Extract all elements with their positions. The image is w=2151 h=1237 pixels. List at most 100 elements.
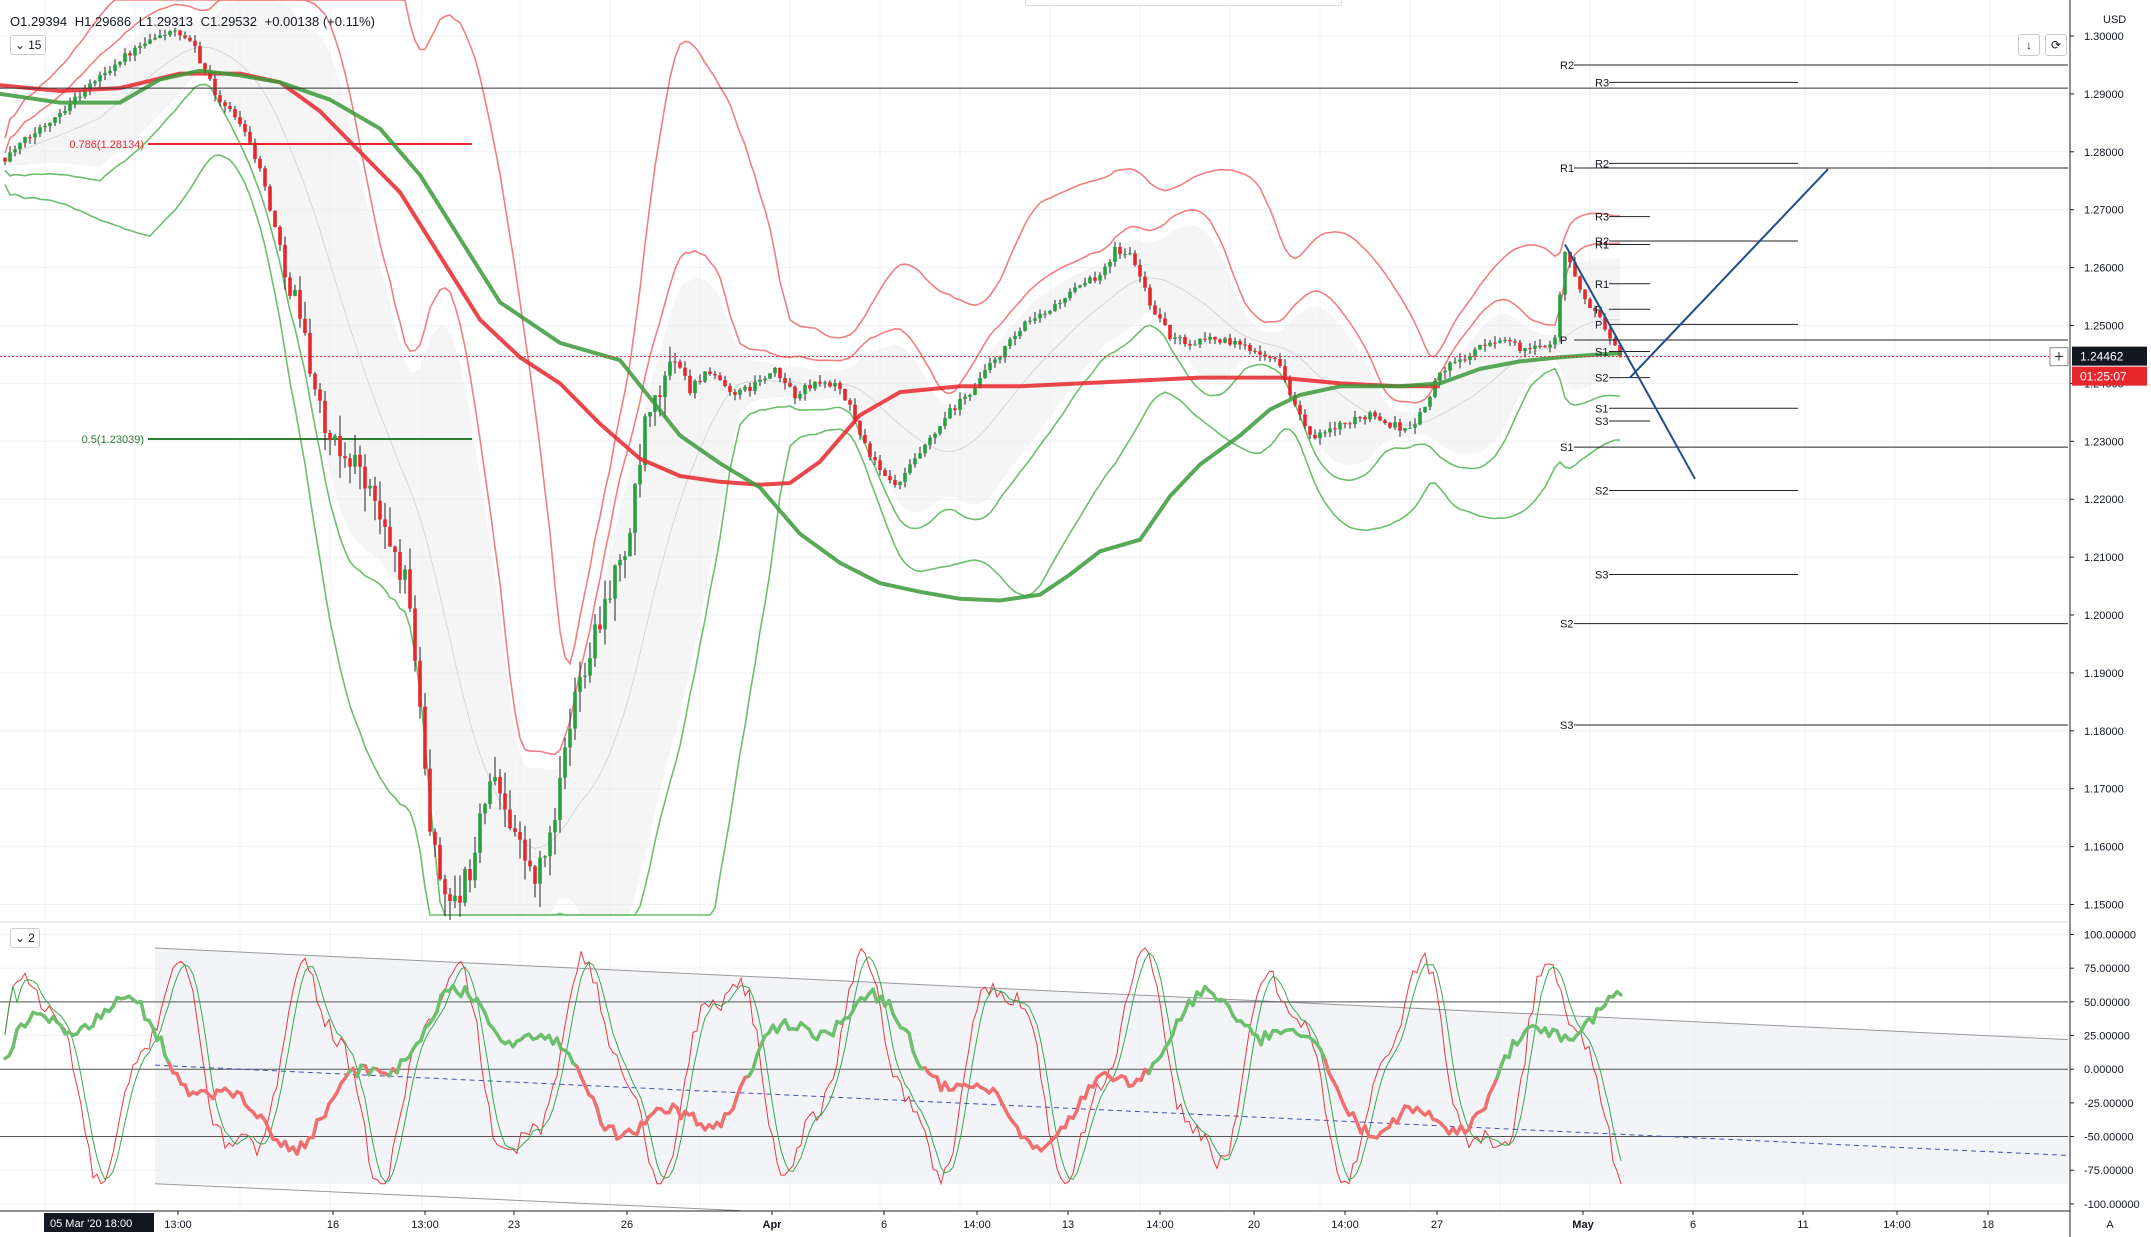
- candle-body: [1358, 417, 1362, 419]
- candle-body: [188, 37, 192, 41]
- time-tick-label: 27: [1431, 1219, 1443, 1231]
- candle-body: [518, 831, 522, 840]
- candle-body: [918, 453, 922, 459]
- candle-body: [538, 857, 542, 884]
- candle: [1418, 408, 1422, 426]
- candle: [3, 157, 7, 166]
- candle-body: [568, 728, 572, 748]
- candle-body: [1198, 338, 1202, 345]
- candle-body: [1403, 428, 1407, 431]
- candle-body: [253, 142, 257, 159]
- candle-body: [53, 117, 57, 123]
- time-tick-label: Apr: [763, 1219, 783, 1231]
- price-tick-label: 1.28000: [2084, 147, 2124, 159]
- candle-body: [168, 31, 172, 35]
- candle-body: [43, 126, 47, 128]
- candle-body: [228, 106, 232, 110]
- candle-body: [753, 381, 757, 391]
- price-tick-label: 1.18000: [2084, 726, 2124, 738]
- candle-body: [1488, 342, 1492, 346]
- candle-body: [323, 400, 327, 433]
- candle-body: [448, 894, 452, 901]
- pivot-label: P: [1560, 335, 1567, 347]
- candle-body: [363, 466, 367, 489]
- candle-body: [1548, 344, 1552, 348]
- candle-body: [223, 102, 227, 107]
- candle-body: [1228, 338, 1232, 345]
- candle-body: [423, 706, 427, 769]
- refresh-button[interactable]: ⟳: [2045, 34, 2067, 56]
- candle-body: [138, 45, 142, 48]
- candle-body: [298, 290, 302, 319]
- scroll-down-button[interactable]: ↓: [2018, 34, 2040, 56]
- pivot-label: S3: [1595, 569, 1608, 581]
- time-tick-label: 6: [881, 1219, 887, 1231]
- candle-body: [583, 675, 587, 677]
- pivot-label: R1: [1595, 239, 1609, 251]
- chart-canvas[interactable]: 0.786(1.28134)0.5(1.23039)R2R3R1 R2R3R2R1…: [0, 0, 2151, 1237]
- candle-body: [333, 435, 337, 441]
- candle-body: [1243, 344, 1247, 346]
- candle-body: [1588, 299, 1592, 308]
- candle-body: [193, 40, 197, 47]
- candle-body: [213, 78, 217, 96]
- candle-body: [1318, 432, 1322, 439]
- price-tick-label: 1.27000: [2084, 205, 2124, 217]
- candle-body: [703, 371, 707, 382]
- candle-body: [1333, 428, 1337, 430]
- candle-body: [1338, 422, 1342, 430]
- lower-band-outer: [4, 154, 1620, 916]
- pivot-level: S1: [1595, 403, 1798, 415]
- candle-body: [668, 361, 672, 376]
- candle-body: [613, 565, 617, 599]
- candle: [273, 210, 277, 228]
- candle-body: [1098, 275, 1102, 281]
- candle-body: [368, 485, 372, 489]
- candle-body: [1068, 291, 1072, 299]
- candle-body: [998, 357, 1002, 360]
- candle-body: [1563, 251, 1567, 295]
- top-toolbar-handle[interactable]: [1025, 0, 1342, 6]
- candle-body: [1063, 298, 1067, 303]
- candle-body: [843, 388, 847, 401]
- pivot-levels: R2R3R1 R2R3R2R1R1PPPS1S2S1S3S1S2S3S2S3: [1560, 60, 2068, 732]
- pane1-collapse-toggle[interactable]: ⌄ 15: [10, 35, 47, 55]
- pivot-level: S2: [1560, 619, 2068, 631]
- candle-body: [953, 408, 957, 410]
- candle-body: [673, 361, 677, 363]
- candle: [268, 184, 272, 212]
- candle-body: [78, 96, 82, 98]
- candle-body: [763, 378, 767, 380]
- pivot-label: R3: [1595, 212, 1609, 224]
- candle-body: [783, 378, 787, 383]
- candle-body: [1423, 406, 1427, 413]
- candle-body: [943, 418, 947, 427]
- osc-tick-label: 75.00000: [2084, 963, 2130, 975]
- candle: [1423, 406, 1427, 413]
- candle-body: [1528, 348, 1532, 350]
- pivot-level: S3: [1560, 720, 2068, 732]
- candle-body: [108, 70, 112, 74]
- candle-body: [1298, 404, 1302, 415]
- candle-body: [1503, 339, 1507, 341]
- candle-body: [13, 149, 17, 153]
- candle-body: [463, 869, 467, 903]
- candle-body: [883, 470, 887, 477]
- candle-body: [1343, 422, 1347, 424]
- time-tick-label: 13:00: [164, 1219, 192, 1231]
- pivot-label: S2: [1595, 373, 1608, 385]
- time-tick-label: 13:00: [411, 1219, 439, 1231]
- candle-body: [1523, 348, 1527, 352]
- pivot-label: P: [1595, 319, 1602, 331]
- time-tick-label: 26: [621, 1219, 633, 1231]
- candle-body: [1308, 426, 1312, 435]
- candle-body: [498, 776, 502, 794]
- candle-body: [693, 380, 697, 394]
- candle-body: [1388, 422, 1392, 428]
- candle-body: [148, 39, 152, 44]
- candle-body: [23, 137, 27, 143]
- candle-body: [63, 110, 67, 114]
- candle-body: [1368, 412, 1372, 420]
- pane2-collapse-toggle[interactable]: ⌄ 2: [10, 928, 40, 948]
- candle-body: [378, 500, 382, 520]
